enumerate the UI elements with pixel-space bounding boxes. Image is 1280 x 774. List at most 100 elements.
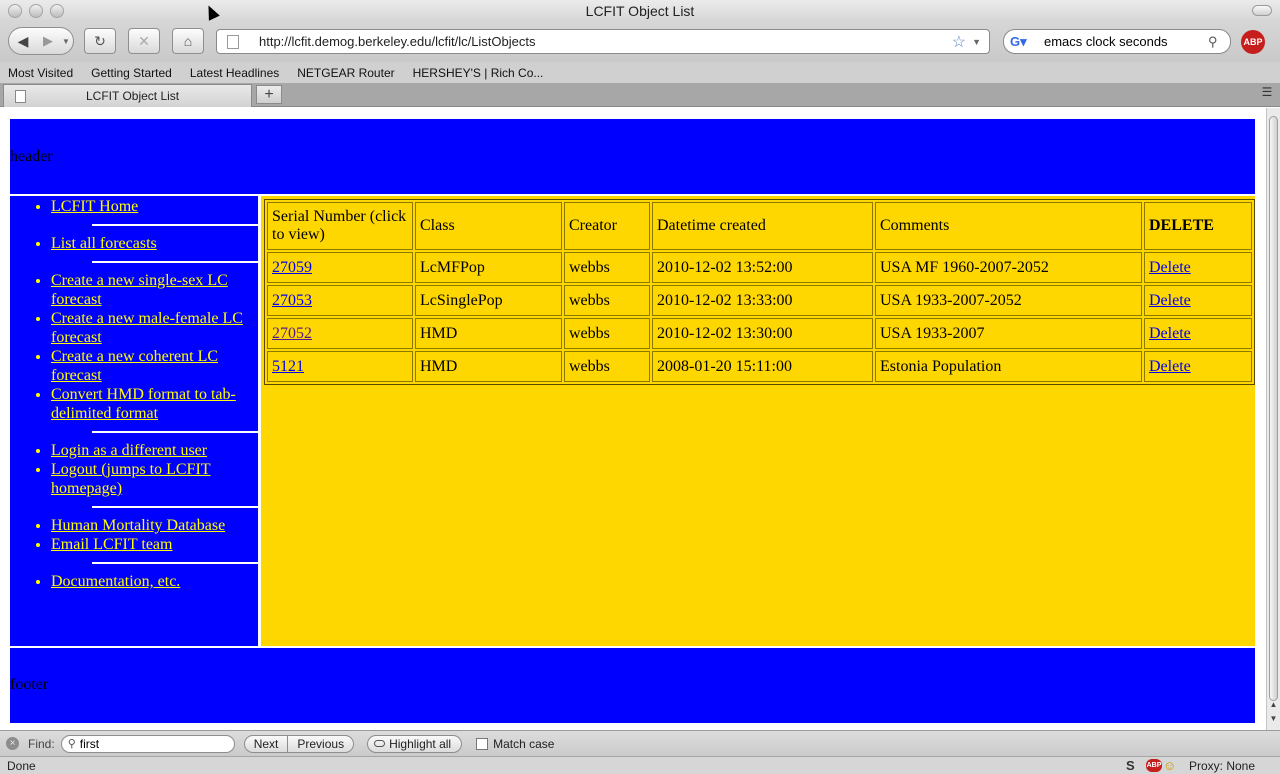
delete-link[interactable]: Delete [1149,325,1191,342]
object-list-table: Serial Number (click to view) Class Crea… [264,199,1255,385]
tab-lcfit-object-list[interactable]: LCFIT Object List [3,84,252,107]
delete-cell: Delete [1144,318,1252,349]
find-label: Find: [28,736,55,751]
datetime-cell: 2010-12-02 13:30:00 [652,318,873,349]
serial-cell: 27052 [267,318,413,349]
bookmark-star-icon[interactable]: ☆ [952,32,966,52]
creator-cell: webbs [564,351,650,382]
find-input[interactable] [79,736,220,751]
sidebar-link[interactable]: Create a new single-sex LC forecast [51,272,228,308]
sidebar-link[interactable]: Documentation, etc. [51,573,180,590]
serial-link[interactable]: 5121 [272,358,304,375]
datetime-cell: 2008-01-20 15:11:00 [652,351,873,382]
datetime-cell: 2010-12-02 13:33:00 [652,285,873,316]
scroll-down-icon[interactable]: ▼ [1267,714,1280,728]
sidebar-nav: LCFIT Home List all forecasts Create a new… [10,196,299,646]
delete-link[interactable]: Delete [1149,259,1191,276]
datetime-cell: 2010-12-02 13:52:00 [652,252,873,283]
close-window-button[interactable] [8,4,22,18]
comments-cell: USA 1933-2007 [875,318,1142,349]
find-previous-button[interactable]: Previous [287,735,353,752]
url-bar[interactable]: http://lcfit.demog.berkeley.edu/lcfit/lc… [216,29,990,54]
search-input[interactable] [1044,34,1204,49]
bookmark-netgear-router[interactable]: NETGEAR Router [297,66,394,80]
serial-link[interactable]: 27053 [272,292,312,309]
bookmark-getting-started[interactable]: Getting Started [91,66,172,80]
adblock-status-icon[interactable]: ABP [1146,759,1162,772]
class-cell: HMD [415,318,562,349]
search-icon[interactable]: ⚲ [1208,34,1218,50]
sidebar-link[interactable]: LCFIT Home [51,198,138,215]
sidebar-item: Create a new single-sex LC forecast [51,271,258,309]
sidebar-item: List all forecasts [51,234,258,253]
sidebar-item: Email LCFIT team [51,535,258,554]
history-dropdown-icon[interactable]: ▼ [59,37,73,46]
serial-cell: 5121 [267,351,413,382]
sidebar-link[interactable]: Email LCFIT team [51,536,172,553]
table-row: 27059 LcMFPop webbs 2010-12-02 13:52:00 USA … [267,252,1252,283]
delete-link[interactable]: Delete [1149,292,1191,309]
find-bar: × Find: ⚲ Next Previous Highlight all Ma… [0,730,1280,756]
bookmark-most-visited[interactable]: Most Visited [8,66,73,80]
serial-link[interactable]: 27052 [272,325,312,342]
sidebar-link[interactable]: Login as a different user [51,442,207,459]
column-header-serial-label: Serial Number (click to view) [272,208,407,243]
delete-link[interactable]: Delete [1149,358,1191,375]
match-case-checkbox[interactable] [476,737,489,750]
forward-button[interactable]: ▶ [37,33,59,49]
sidebar-link[interactable]: List all forecasts [51,235,157,252]
list-all-tabs-icon[interactable]: ☰ [1256,85,1278,104]
table-row: 27053 LcSinglePop webbs 2010-12-02 13:33:00… [267,285,1252,316]
class-cell: LcMFPop [415,252,562,283]
close-find-bar-icon[interactable]: × [6,737,19,750]
scroll-up-icon[interactable]: ▲ [1267,700,1280,714]
smiley-icon[interactable]: ☺ [1163,758,1176,773]
bookmark-hersheys[interactable]: HERSHEY'S | Rich Co... [413,66,544,80]
back-button[interactable]: ◀ [9,33,37,50]
column-header-datetime: Datetime created [652,202,873,250]
sidebar-link[interactable]: Logout (jumps to LCFIT homepage) [51,461,211,497]
highlight-all-button[interactable]: Highlight all [367,734,463,753]
footer-text: footer [10,676,49,693]
url-dropdown-icon[interactable]: ▼ [972,37,981,47]
sidebar-link[interactable]: Create a new coherent LC forecast [51,348,218,384]
class-cell: LcSinglePop [415,285,562,316]
class-cell: HMD [415,351,562,382]
find-next-button[interactable]: Next [245,736,288,752]
find-nav-group: Next Previous [243,734,355,753]
minimize-window-button[interactable] [29,4,43,18]
reload-button[interactable]: ↻ [84,28,116,54]
proxy-status[interactable]: Proxy: None [1189,759,1255,773]
table-row: 27052 HMD webbs 2010-12-02 13:30:00 USA 1933… [267,318,1252,349]
sidebar-item: LCFIT Home [51,197,258,216]
new-tab-button[interactable]: + [256,85,282,104]
sidebar-item: Create a new male-female LC forecast [51,309,258,347]
zoom-window-button[interactable] [50,4,64,18]
serial-cell: 27053 [267,285,413,316]
vertical-scrollbar[interactable]: ▲ ▼ [1266,108,1280,730]
home-button[interactable]: ⌂ [172,28,204,54]
serial-link[interactable]: 27059 [272,259,312,276]
adblock-plus-icon[interactable]: ABP [1241,30,1265,54]
main-content: Serial Number (click to view) Class Crea… [261,196,1255,646]
column-header-serial: Serial Number (click to view) [267,202,413,250]
header-text: header [10,148,53,165]
google-engine-icon[interactable]: G▾ [1010,34,1036,50]
sync-s-icon[interactable]: S [1126,758,1135,773]
sidebar-link[interactable]: Create a new male-female LC forecast [51,310,243,346]
column-header-comments: Comments [875,202,1142,250]
scrollbar-thumb[interactable] [1269,116,1278,701]
table-row: 5121 HMD webbs 2008-01-20 15:11:00 Estonia P… [267,351,1252,382]
url-text[interactable]: http://lcfit.demog.berkeley.edu/lcfit/lc… [259,34,952,49]
back-forward-group: ◀ ▶ ▼ [8,27,74,55]
sidebar-link[interactable]: Convert HMD format to tab-delimited form… [51,386,236,422]
sidebar-link[interactable]: Human Mortality Database [51,517,225,534]
comments-cell: USA 1933-2007-2052 [875,285,1142,316]
delete-cell: Delete [1144,252,1252,283]
search-icon: ⚲ [67,738,76,750]
toolbar-toggle-button[interactable] [1252,5,1272,16]
bookmark-latest-headlines[interactable]: Latest Headlines [190,66,279,80]
stop-button[interactable]: ✕ [128,28,160,54]
bookmarks-toolbar: Most Visited Getting Started Latest Head… [0,62,1280,83]
page-icon [15,89,26,103]
